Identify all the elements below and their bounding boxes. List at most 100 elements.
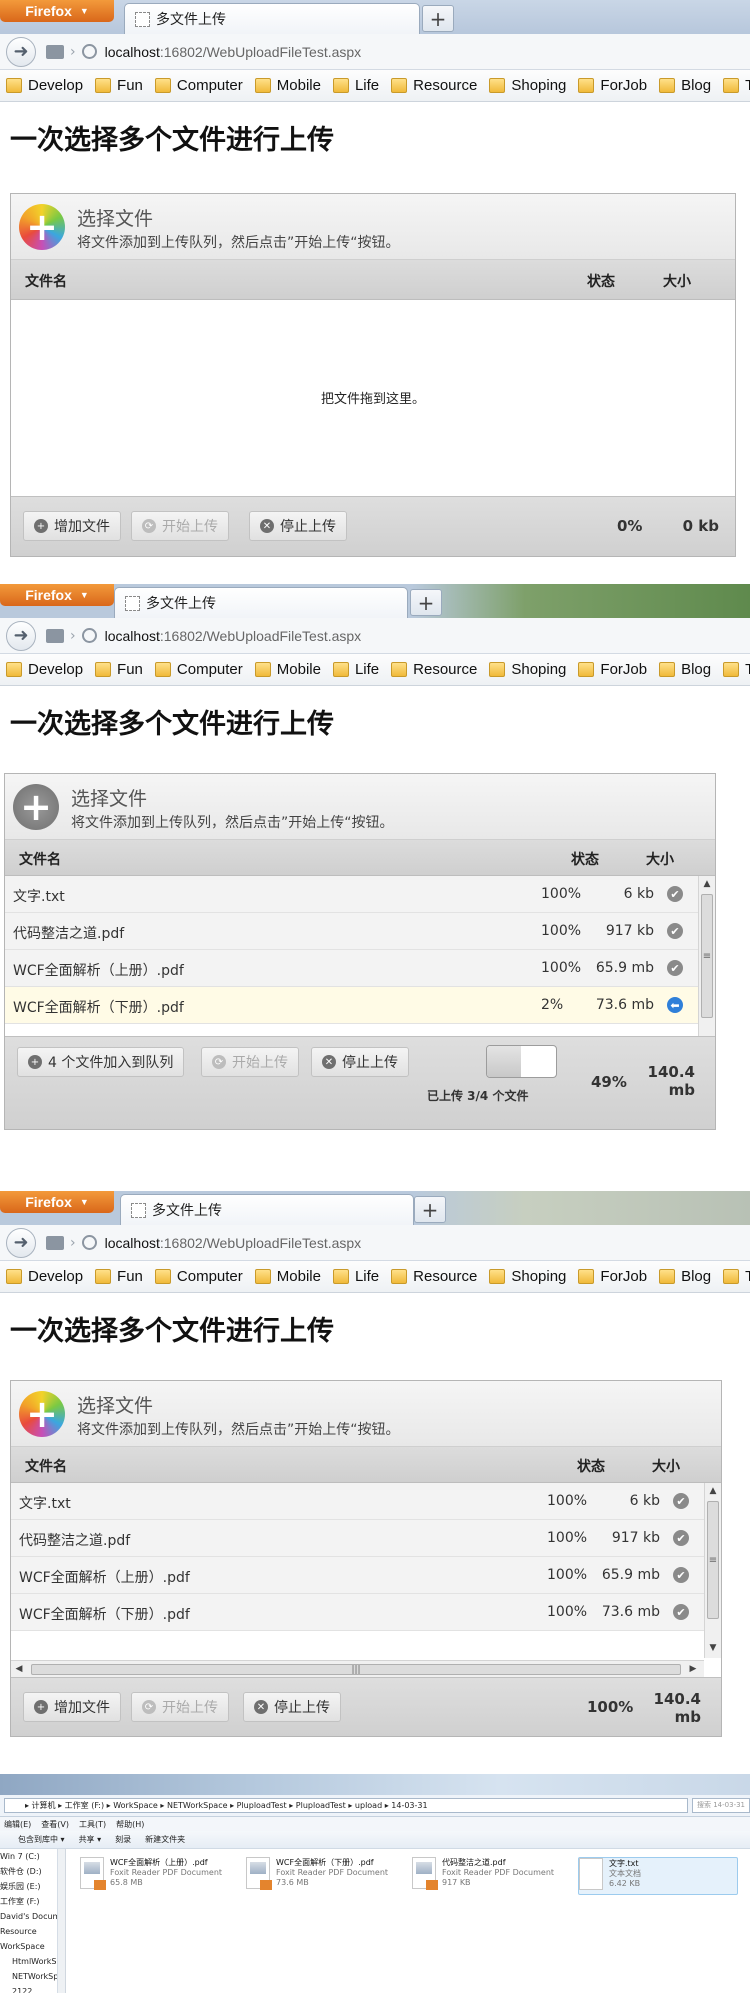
page-info-icon[interactable] [46, 44, 64, 59]
tree-item[interactable]: 工作室 (F:) [0, 1894, 57, 1909]
page-info-icon[interactable] [46, 628, 64, 643]
table-row[interactable]: 代码整洁之道.pdf 100% 917 kb ✔ [5, 913, 698, 950]
scroll-down-icon[interactable]: ▼ [705, 1640, 721, 1656]
toolbar-item[interactable]: 包含到库中 ▾ [18, 1834, 65, 1845]
tab-upload[interactable]: 多文件上传 [124, 3, 420, 34]
stop-upload-button[interactable]: ✕ 停止上传 [243, 1692, 341, 1722]
tree-scrollbar[interactable] [58, 1849, 66, 1993]
file-item[interactable]: 代码整洁之道.pdf Foxit Reader PDF Document 917 K… [412, 1857, 572, 1895]
back-button[interactable]: ➜ [6, 1227, 36, 1258]
menu-item[interactable]: 编辑(E) [4, 1819, 31, 1830]
back-button[interactable]: ➜ [6, 36, 36, 67]
tree-item[interactable]: 娱乐园 (E:) [0, 1879, 57, 1894]
drop-zone[interactable]: 把文件拖到这里。 [11, 300, 735, 496]
bookmark-computer[interactable]: Computer [154, 1268, 243, 1285]
bookmark-develop[interactable]: Develop [6, 77, 83, 94]
bookmark-fun[interactable]: Fun [95, 77, 143, 94]
horizontal-scrollbar[interactable]: ◀ ||| ▶ [11, 1660, 704, 1677]
add-file-plus-icon[interactable]: + [13, 784, 59, 830]
tree-item[interactable]: WorkSpace [0, 1939, 57, 1954]
bookmark-mobile[interactable]: Mobile [254, 77, 321, 94]
file-list[interactable]: 文字.txt 100% 6 kb ✔ 代码整洁之道.pdf 100% 917 kb ✔ WCF全… [5, 876, 715, 1036]
start-upload-button[interactable]: ⟳ 开始上传 [131, 511, 229, 541]
table-row[interactable]: WCF全面解析（下册）.pdf 100% 73.6 mb ✔ [11, 1594, 704, 1631]
table-row[interactable]: WCF全面解析（下册）.pdf 2% 73.6 mb ⬅ [5, 987, 698, 1024]
tree-item[interactable]: 2122 [0, 1984, 57, 1993]
table-row[interactable]: WCF全面解析（上册）.pdf 100% 65.9 mb ✔ [5, 950, 698, 987]
tree-item[interactable]: 软件仓 (D:) [0, 1864, 57, 1879]
start-upload-button[interactable]: ⟳ 开始上传 [201, 1047, 299, 1077]
scroll-up-icon[interactable]: ▲ [699, 876, 715, 892]
bookmark-mobile[interactable]: Mobile [254, 661, 321, 678]
tab-upload[interactable]: 多文件上传 [114, 587, 408, 618]
explorer-search-input[interactable]: 搜索 14-03-31 [692, 1798, 750, 1813]
bookmark-develop[interactable]: Develop [6, 661, 83, 678]
vertical-scrollbar[interactable]: ▲ ≡ [698, 876, 715, 1036]
file-item[interactable]: WCF全面解析（上册）.pdf Foxit Reader PDF Document… [80, 1857, 240, 1895]
firefox-menu-button[interactable]: Firefox ▼ [0, 1191, 114, 1213]
table-row[interactable]: WCF全面解析（上册）.pdf 100% 65.9 mb ✔ [11, 1557, 704, 1594]
bookmark-forjob[interactable]: ForJob [578, 1268, 647, 1285]
tree-item[interactable]: Win 7 (C:) [0, 1849, 57, 1864]
horizontal-scroll-thumb[interactable]: ||| [31, 1664, 681, 1675]
bookmark-mobile[interactable]: Mobile [254, 1268, 321, 1285]
file-item[interactable]: 文字.txt 文本文档 6.42 KB [578, 1857, 738, 1895]
page-info-icon[interactable] [46, 1235, 64, 1250]
table-row[interactable]: 文字.txt 100% 6 kb ✔ [11, 1483, 704, 1520]
bookmark-blog[interactable]: Blog [659, 1268, 711, 1285]
vertical-scrollbar[interactable]: ▲ ≡ ▼ [704, 1483, 721, 1658]
bookmark-blog[interactable]: Blog [659, 77, 711, 94]
add-files-button[interactable]: + 增加文件 [23, 1692, 121, 1722]
explorer-breadcrumb[interactable]: ▸ 计算机 ▸ 工作室 (F:) ▸ WorkSpace ▸ NETWorkSp… [4, 1798, 688, 1813]
scroll-thumb[interactable]: ≡ [701, 894, 713, 1018]
uploader-header[interactable]: + 选择文件 将文件添加到上传队列，然后点击”开始上传“按钮。 [5, 774, 715, 840]
bookmark-shoping[interactable]: Shoping [489, 661, 566, 678]
bookmark-life[interactable]: Life [332, 1268, 379, 1285]
bookmark-shoping[interactable]: Shoping [489, 77, 566, 94]
start-upload-button[interactable]: ⟳ 开始上传 [131, 1692, 229, 1722]
toolbar-item[interactable]: 刻录 [115, 1834, 131, 1845]
menu-item[interactable]: 帮助(H) [116, 1819, 144, 1830]
bookmark-shoping[interactable]: Shoping [489, 1268, 566, 1285]
uploader-header[interactable]: + 选择文件 将文件添加到上传队列，然后点击”开始上传“按钮。 [11, 1381, 721, 1447]
scroll-right-icon[interactable]: ▶ [685, 1661, 701, 1677]
stop-upload-button[interactable]: ✕ 停止上传 [311, 1047, 409, 1077]
bookmark-resource[interactable]: Resource [391, 1268, 477, 1285]
bookmark-computer[interactable]: Computer [154, 661, 243, 678]
menu-item[interactable]: 查看(V) [41, 1819, 69, 1830]
new-tab-button[interactable]: + [410, 589, 442, 616]
firefox-menu-button[interactable]: Firefox ▼ [0, 0, 114, 22]
new-tab-button[interactable]: + [414, 1196, 446, 1223]
bookmark-blog[interactable]: Blog [659, 661, 711, 678]
bookmark-forjob[interactable]: ForJob [578, 77, 647, 94]
file-list[interactable]: 文字.txt 100% 6 kb ✔ 代码整洁之道.pdf 100% 917 kb ✔ WCF全… [11, 1483, 721, 1677]
bookmark-to[interactable]: To [723, 1268, 750, 1285]
toolbar-item[interactable]: 共享 ▾ [79, 1834, 102, 1845]
firefox-menu-button[interactable]: Firefox ▼ [0, 584, 114, 606]
bookmark-to[interactable]: To [723, 77, 750, 94]
url-field[interactable]: localhost:16802/WebUploadFileTest.aspx [105, 1235, 362, 1251]
add-file-plus-icon[interactable]: + [19, 1391, 65, 1437]
uploader-header[interactable]: + 选择文件 将文件添加到上传队列，然后点击”开始上传“按钮。 [11, 194, 735, 260]
bookmark-life[interactable]: Life [332, 661, 379, 678]
tab-upload[interactable]: 多文件上传 [120, 1194, 414, 1225]
bookmark-forjob[interactable]: ForJob [578, 661, 647, 678]
scroll-thumb[interactable]: ≡ [707, 1501, 719, 1619]
url-field[interactable]: localhost:16802/WebUploadFileTest.aspx [105, 628, 362, 644]
tree-item[interactable]: David's Docum [0, 1909, 57, 1924]
menu-item[interactable]: 工具(T) [79, 1819, 106, 1830]
table-row[interactable]: 文字.txt 100% 6 kb ✔ [5, 876, 698, 913]
bookmark-fun[interactable]: Fun [95, 1268, 143, 1285]
tree-item[interactable]: NETWorkSp [0, 1969, 57, 1984]
bookmark-fun[interactable]: Fun [95, 661, 143, 678]
add-file-plus-icon[interactable]: + [19, 204, 65, 250]
scroll-left-icon[interactable]: ◀ [11, 1661, 27, 1677]
add-files-button[interactable]: +4 个文件加入到队列 [17, 1047, 185, 1077]
bookmark-computer[interactable]: Computer [154, 77, 243, 94]
new-tab-button[interactable]: + [422, 5, 454, 32]
bookmark-develop[interactable]: Develop [6, 1268, 83, 1285]
bookmark-resource[interactable]: Resource [391, 77, 477, 94]
bookmark-resource[interactable]: Resource [391, 661, 477, 678]
tree-item[interactable]: HtmlWorkSp [0, 1954, 57, 1969]
tree-item[interactable]: Resource [0, 1924, 57, 1939]
